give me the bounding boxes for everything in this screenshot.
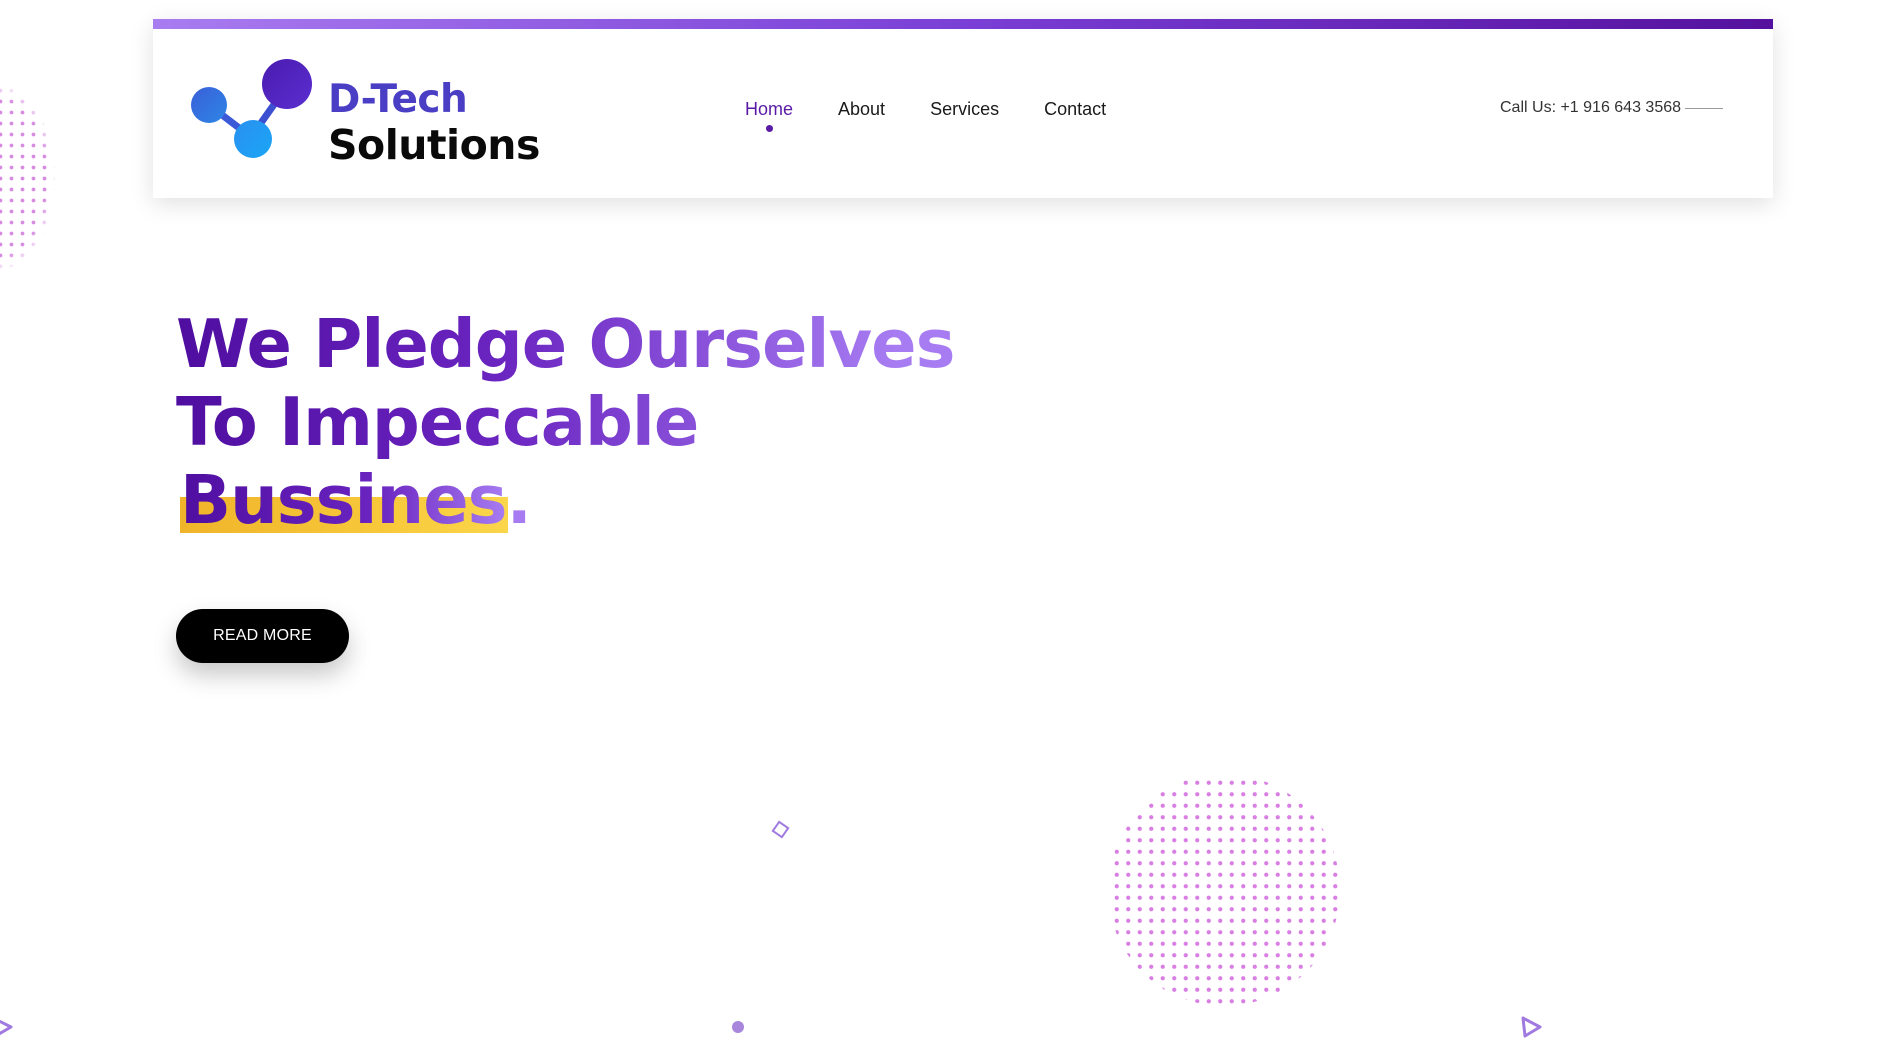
brand-name-line2: Solutions — [328, 121, 540, 169]
triangle-icon — [1521, 1016, 1542, 1038]
hero-title-line3-text: Bussines. — [176, 461, 532, 539]
hero-title-line1: We Pledge Ourselves — [176, 305, 955, 383]
header-accent-bar — [153, 19, 1773, 29]
main-nav: Home About Services Contact — [745, 99, 1151, 133]
call-us-link[interactable]: Call Us: +1 916 643 3568 — [1500, 99, 1724, 117]
nav-item-label: Services — [930, 99, 1000, 119]
nav-item-label: Home — [745, 99, 794, 119]
nav-item-home[interactable]: Home — [745, 99, 793, 133]
nav-item-contact[interactable]: Contact — [1044, 99, 1106, 133]
site-header: D-Tech Solutions Home About Services Con… — [153, 19, 1773, 198]
triangle-icon — [0, 1019, 13, 1036]
hero-title: We Pledge Ourselves To Impeccable Bussin… — [176, 305, 955, 539]
dot-icon — [732, 1021, 744, 1033]
hero-title-line3: Bussines. — [176, 461, 532, 539]
call-us-text: Call Us: +1 916 643 3568 — [1500, 99, 1682, 116]
molecule-logo-icon — [191, 59, 312, 158]
brand-logo[interactable]: D-Tech Solutions — [191, 57, 541, 177]
page: D-Tech Solutions Home About Services Con… — [0, 0, 1892, 1038]
dot-pattern-center — [1108, 774, 1340, 1006]
brand-name-line1: D-Tech — [328, 77, 468, 122]
read-more-button[interactable]: READ MORE — [176, 609, 349, 663]
call-us-divider — [1685, 107, 1724, 109]
nav-item-services[interactable]: Services — [930, 99, 999, 133]
active-indicator-dot — [766, 125, 773, 132]
dot-pattern-left — [0, 85, 55, 270]
nav-item-label: Contact — [1044, 99, 1107, 119]
diamond-icon — [771, 820, 790, 839]
nav-item-about[interactable]: About — [838, 99, 885, 133]
nav-item-label: About — [838, 99, 886, 119]
hero-title-line2: To Impeccable — [176, 383, 954, 461]
